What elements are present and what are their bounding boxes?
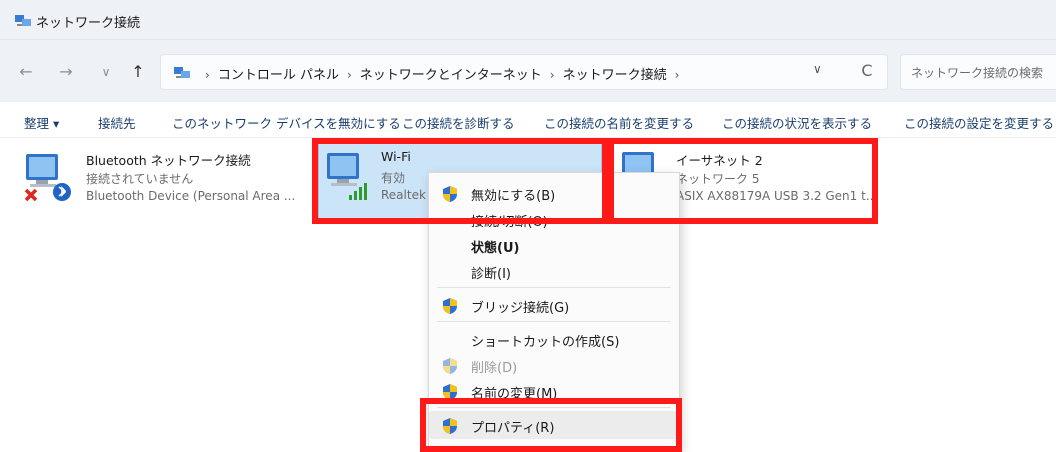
menu-label: 診断(I)	[471, 267, 511, 282]
menu-label: 削除(D)	[471, 361, 518, 376]
menu-item-bridge[interactable]: ブリッジ接続(G)	[429, 291, 679, 319]
address-bar[interactable]: › コントロール パネル › ネットワークとインターネット › ネットワーク接続 › ∨ C	[160, 54, 888, 90]
search-input[interactable]: ネットワーク接続の検索	[900, 54, 1056, 90]
uac-shield-icon	[443, 358, 457, 374]
rename-button[interactable]: この接続の名前を変更する	[544, 113, 694, 132]
menu-label: ショートカットの作成(S)	[471, 335, 620, 350]
refresh-icon[interactable]: C	[847, 61, 887, 80]
highlight-box-properties	[420, 398, 682, 452]
highlight-box-wifi	[312, 138, 608, 224]
connection-device: Bluetooth Device (Personal Area ...	[86, 189, 296, 203]
menu-separator	[437, 321, 671, 322]
address-dropdown-icon[interactable]: ∨	[813, 62, 822, 76]
view-status-button[interactable]: この接続の状況を表示する	[722, 113, 872, 132]
back-arrow-icon[interactable]: ←	[14, 60, 38, 84]
connect-to-button[interactable]: 接続先	[98, 113, 136, 132]
change-settings-button[interactable]: この接続の設定を変更する	[904, 113, 1054, 132]
menu-label: 状態(U)	[471, 241, 520, 256]
menu-item-shortcut[interactable]: ショートカットの作成(S)	[429, 325, 679, 353]
window-title: ネットワーク接続	[36, 16, 141, 31]
breadcrumb-network-internet[interactable]: ネットワークとインターネット	[360, 68, 542, 83]
breadcrumb-separator[interactable]: ›	[675, 68, 680, 82]
menu-label: ブリッジ接続(G)	[471, 301, 570, 316]
organize-button[interactable]: 整理 ▾	[24, 113, 59, 132]
breadcrumb-separator[interactable]: ›	[550, 68, 555, 82]
up-arrow-icon[interactable]: ↑	[126, 60, 150, 84]
menu-item-diagnose[interactable]: 診断(I)	[429, 257, 679, 285]
breadcrumb-separator[interactable]: ›	[347, 68, 352, 82]
title-bar: ネットワーク接続	[0, 0, 1056, 40]
search-placeholder: ネットワーク接続の検索	[911, 66, 1044, 80]
breadcrumb-control-panel[interactable]: コントロール パネル	[218, 68, 339, 83]
connection-bluetooth[interactable]: Bluetooth ネットワーク接続 接続されていません Bluetooth D…	[16, 142, 312, 220]
uac-shield-icon	[443, 298, 457, 314]
diagnose-button[interactable]: この接続を診断する	[402, 113, 515, 132]
breadcrumb-separator[interactable]: ›	[205, 68, 210, 82]
navigation-row: ← → ∨ ↑ › コントロール パネル › ネットワークとインターネット › ネットワー…	[0, 40, 1056, 102]
menu-item-status[interactable]: 状態(U)	[429, 231, 679, 259]
disable-device-button[interactable]: このネットワーク デバイスを無効にする	[172, 113, 401, 132]
network-connections-icon	[15, 15, 31, 26]
control-panel-icon	[174, 67, 190, 78]
breadcrumb: › コントロール パネル › ネットワークとインターネット › ネットワーク接続 ›	[197, 64, 687, 83]
command-bar: 整理 ▾ 接続先 このネットワーク デバイスを無効にする この接続を診断する こ…	[0, 102, 1056, 138]
highlight-box-ethernet	[608, 138, 878, 224]
connection-name: Bluetooth ネットワーク接続	[86, 153, 251, 168]
breadcrumb-network-connections[interactable]: ネットワーク接続	[563, 68, 667, 83]
menu-item-delete[interactable]: 削除(D)	[429, 351, 679, 379]
connection-status: 接続されていません	[86, 172, 194, 186]
bluetooth-network-icon	[24, 154, 71, 202]
forward-arrow-icon[interactable]: →	[54, 60, 78, 84]
recent-locations-chevron-icon[interactable]: ∨	[94, 60, 118, 84]
menu-separator	[437, 287, 671, 288]
